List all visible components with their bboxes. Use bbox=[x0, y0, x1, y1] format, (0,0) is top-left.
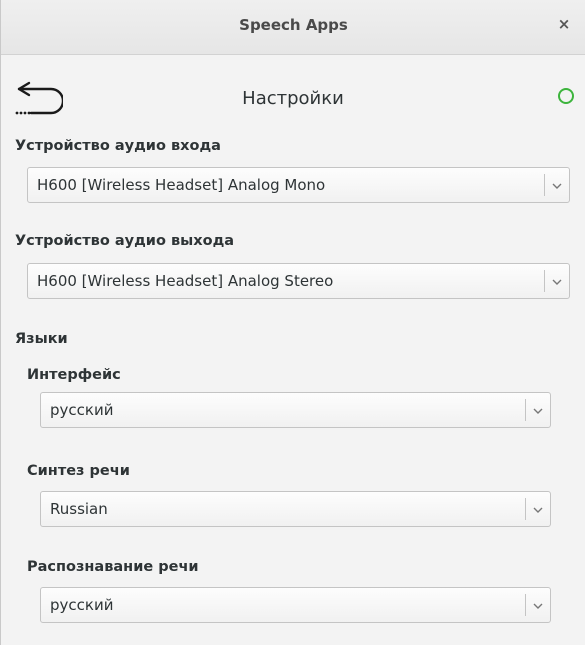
combo-separator bbox=[525, 399, 526, 421]
combo-separator bbox=[544, 174, 545, 196]
title-bar: Speech Apps × bbox=[1, 0, 585, 55]
audio-output-label: Устройство аудио выхода bbox=[15, 233, 235, 249]
interface-language-value: русский bbox=[50, 401, 114, 419]
speech-recognition-value: русский bbox=[50, 596, 114, 614]
window-title: Speech Apps bbox=[239, 16, 348, 34]
page-title: Настройки bbox=[242, 88, 344, 109]
combo-separator bbox=[525, 594, 526, 616]
audio-input-label: Устройство аудио входа bbox=[15, 138, 221, 154]
interface-language-select[interactable]: русский bbox=[40, 392, 551, 428]
speech-synthesis-label: Синтез речи bbox=[27, 463, 130, 479]
audio-output-select[interactable]: H600 [Wireless Headset] Analog Stereo bbox=[27, 263, 570, 299]
close-button[interactable]: × bbox=[554, 14, 574, 34]
audio-input-select[interactable]: H600 [Wireless Headset] Analog Mono bbox=[27, 167, 570, 203]
chevron-down-icon bbox=[533, 408, 543, 414]
settings-window: Speech Apps × Настройки Устройство аудио… bbox=[0, 0, 585, 645]
audio-input-value: H600 [Wireless Headset] Analog Mono bbox=[37, 176, 326, 194]
speech-synthesis-select[interactable]: Russian bbox=[40, 491, 551, 527]
chevron-down-icon bbox=[552, 279, 562, 285]
combo-separator bbox=[525, 498, 526, 520]
interface-language-label: Интерфейс bbox=[27, 367, 121, 383]
speech-synthesis-value: Russian bbox=[50, 500, 108, 518]
languages-section-label: Языки bbox=[15, 331, 68, 347]
chevron-down-icon bbox=[533, 603, 543, 609]
audio-output-value: H600 [Wireless Headset] Analog Stereo bbox=[37, 272, 334, 290]
speech-recognition-select[interactable]: русский bbox=[40, 587, 551, 623]
chevron-down-icon bbox=[533, 507, 543, 513]
status-circle-icon bbox=[558, 88, 574, 104]
chevron-down-icon bbox=[552, 183, 562, 189]
combo-separator bbox=[544, 270, 545, 292]
speech-recognition-label: Распознавание речи bbox=[27, 559, 199, 575]
